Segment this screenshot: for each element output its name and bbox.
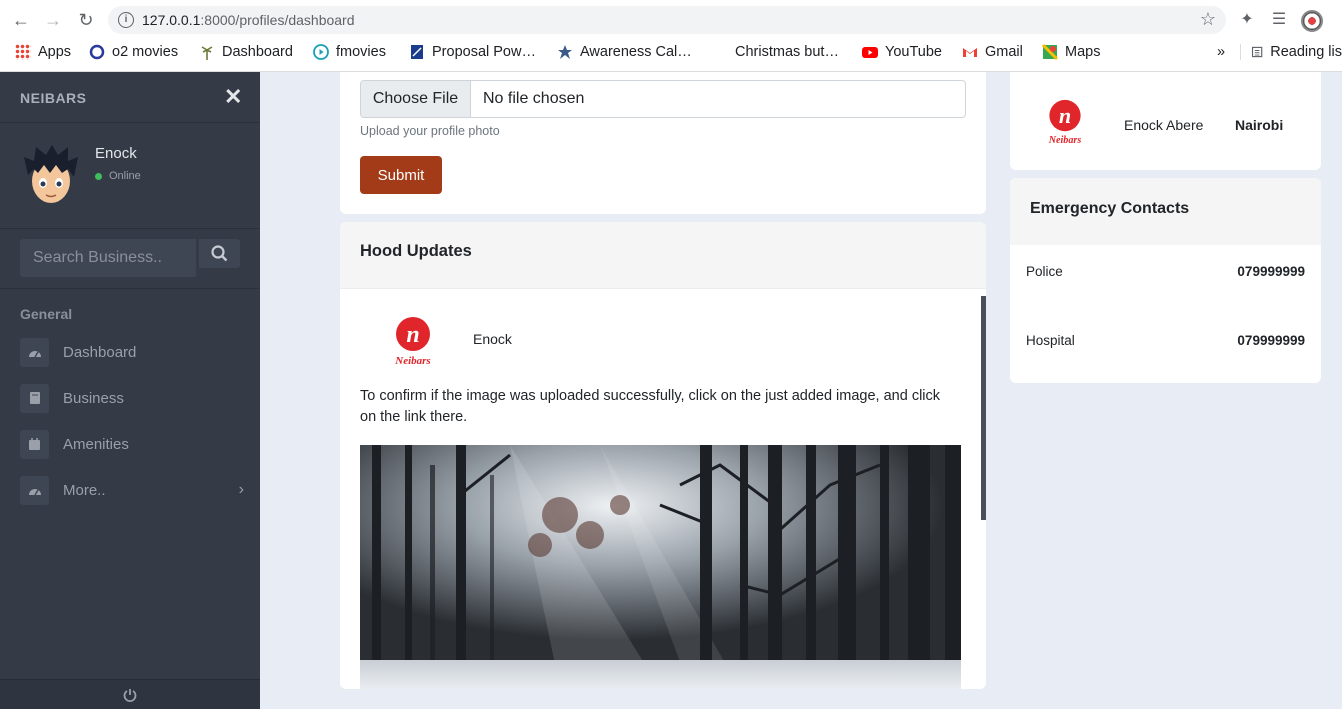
post-image[interactable]: [360, 445, 961, 689]
sidebar-section-general: General: [20, 306, 73, 322]
contact-row: Hospital 079999999: [1026, 333, 1305, 355]
search-icon: [211, 245, 228, 262]
search-business-input[interactable]: [20, 239, 196, 277]
palm-icon: [201, 46, 213, 60]
sidebar-user-name: Enock: [95, 145, 137, 162]
sidebar-item-label: Dashboard: [63, 343, 137, 361]
profile-photo-file-input[interactable]: Choose File No file chosen: [360, 80, 966, 118]
hood-updates-title: Hood Updates: [360, 242, 472, 260]
hood-updates-card: Hood Updates n Neibars Enock To confirm …: [340, 222, 986, 689]
profile-summary-card: n Neibars Enock Abere Nairobi: [1010, 72, 1321, 170]
reading-list-button[interactable]: Reading lis: [1240, 44, 1342, 60]
sidebar-search: [0, 229, 260, 289]
sidebar-item-label: More..: [63, 481, 106, 499]
logo-word: Neibars: [1048, 135, 1082, 146]
contact-number[interactable]: 079999999: [1237, 333, 1305, 348]
maps-icon: [1042, 44, 1058, 60]
gauge-icon: [20, 475, 49, 505]
contact-name: Police: [1026, 264, 1063, 279]
logo-letter: n: [1059, 103, 1071, 128]
sidebar-header: NEIBARS ✕: [0, 72, 260, 123]
profile-upload-card: Choose File No file chosen Upload your p…: [340, 72, 986, 214]
play-circle-icon: [313, 44, 329, 60]
sidebar-user-panel: Enock Online: [0, 123, 260, 229]
sidebar-item-amenities[interactable]: Amenities: [20, 429, 250, 459]
back-arrow-icon[interactable]: ←: [9, 8, 33, 32]
hood-scrollbar[interactable]: [981, 296, 986, 520]
sidebar-item-label: Amenities: [63, 435, 129, 453]
bookmark-dashboard[interactable]: Dashboard: [199, 44, 293, 60]
submit-button[interactable]: Submit: [360, 156, 442, 194]
neibars-logo-icon: n Neibars: [394, 317, 431, 366]
bookmarks-bar: Apps o2 movies Dashboard fmovies Proposa…: [0, 40, 1342, 66]
bookmark-gmail[interactable]: Gmail: [962, 44, 1023, 60]
site-info-icon[interactable]: i: [118, 12, 134, 28]
forward-arrow-icon[interactable]: →: [41, 8, 65, 32]
address-url: 127.0.0.1:8000/profiles/dashboard: [142, 12, 355, 28]
profile-location: Nairobi: [1235, 117, 1284, 133]
emergency-contacts-card: Emergency Contacts Police 079999999 Hosp…: [1010, 178, 1321, 383]
bookmark-awareness[interactable]: Awareness Cal…: [557, 44, 692, 60]
search-button[interactable]: [199, 239, 240, 268]
avatar: [24, 145, 78, 203]
profile-name: Enock Abere: [1124, 117, 1204, 133]
sidebar-brand: NEIBARS: [20, 90, 87, 106]
contact-name: Hospital: [1026, 333, 1075, 348]
profile-avatar-icon[interactable]: [1301, 10, 1323, 32]
bookmark-youtube[interactable]: YouTube: [862, 44, 942, 60]
media-queue-icon[interactable]: ☰: [1269, 10, 1289, 30]
document-icon: [411, 45, 423, 59]
sidebar-item-business[interactable]: Business: [20, 383, 250, 413]
browser-chrome: ← → ↻ i 127.0.0.1:8000/profiles/dashboar…: [0, 0, 1342, 72]
dashboard-gauge-icon: [20, 337, 49, 367]
contact-row: Police 079999999: [1026, 264, 1305, 286]
emergency-contacts-title: Emergency Contacts: [1030, 200, 1190, 217]
file-status: No file chosen: [483, 90, 585, 107]
bookmark-o2-movies[interactable]: o2 movies: [89, 44, 178, 60]
online-dot-icon: [95, 172, 102, 180]
sidebar-footer: [0, 679, 260, 709]
o2-icon: [89, 44, 105, 60]
sidebar-item-dashboard[interactable]: Dashboard: [20, 337, 250, 367]
logo-letter: n: [406, 322, 419, 348]
chevron-right-icon: ›: [238, 481, 244, 498]
more-bookmarks-button[interactable]: »: [1217, 44, 1225, 60]
star-icon: [558, 45, 572, 59]
address-bar[interactable]: i 127.0.0.1:8000/profiles/dashboard ☆: [108, 6, 1226, 34]
sidebar-item-more[interactable]: More.. ›: [20, 475, 250, 505]
power-icon[interactable]: [122, 687, 138, 703]
post-text: To confirm if the image was uploaded suc…: [360, 388, 941, 425]
reading-list-icon: [1251, 46, 1263, 58]
emergency-contacts-header: Emergency Contacts: [1010, 178, 1321, 245]
gmail-icon: [963, 48, 977, 57]
bookmark-fmovies[interactable]: fmovies: [313, 44, 386, 60]
user-status: Online: [95, 170, 141, 182]
contact-number[interactable]: 079999999: [1237, 264, 1305, 279]
extensions-puzzle-icon[interactable]: ✦: [1237, 10, 1257, 30]
bookmark-star-icon[interactable]: ☆: [1200, 9, 1216, 30]
calendar-icon: [20, 429, 49, 459]
sidebar: NEIBARS ✕ Enock Online General Dashboard…: [0, 72, 260, 709]
youtube-icon: [862, 47, 878, 58]
choose-file-button[interactable]: Choose File: [361, 81, 471, 117]
bookmark-christmas[interactable]: Christmas but…: [735, 44, 839, 60]
book-icon: [20, 383, 49, 413]
bookmark-maps[interactable]: Maps: [1042, 44, 1100, 60]
bookmark-apps[interactable]: Apps: [15, 44, 71, 60]
reload-icon[interactable]: ↻: [74, 8, 98, 32]
hood-updates-header: Hood Updates: [340, 222, 986, 289]
upload-hint: Upload your profile photo: [360, 124, 500, 138]
sidebar-item-label: Business: [63, 389, 124, 407]
browser-toolbar: ← → ↻ i 127.0.0.1:8000/profiles/dashboar…: [0, 6, 1342, 34]
bookmark-proposal[interactable]: Proposal Pow…: [409, 44, 536, 60]
apps-grid-icon: [15, 44, 31, 60]
logo-word: Neibars: [394, 355, 430, 366]
neibars-logo-icon: n Neibars: [1048, 99, 1082, 146]
close-icon[interactable]: ✕: [224, 84, 242, 110]
post-author: Enock: [473, 331, 512, 347]
